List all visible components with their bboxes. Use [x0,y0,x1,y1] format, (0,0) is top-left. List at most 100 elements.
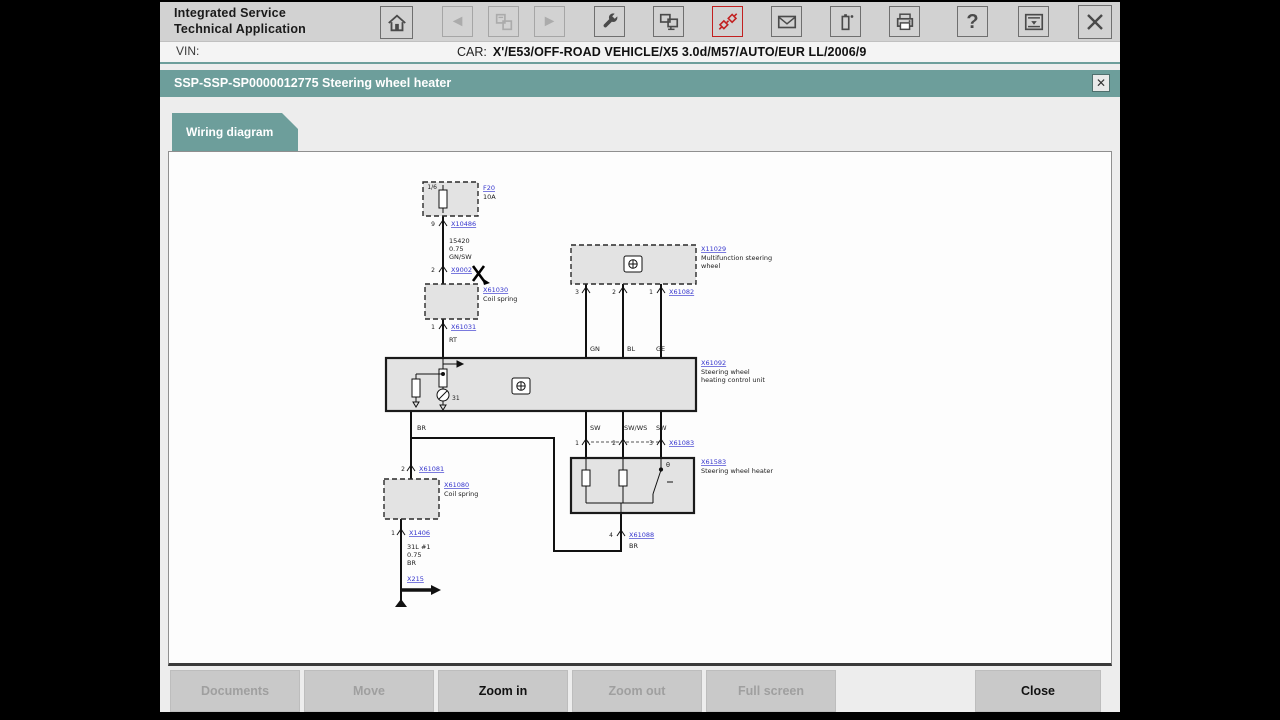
move-button[interactable]: Move [304,670,434,712]
home-button[interactable] [380,6,413,39]
battery-icon [835,11,857,33]
heater-link[interactable]: X61583 [701,458,726,466]
fuse-rating: 10A [483,193,496,201]
connector-x10486[interactable]: X10486 [451,220,476,228]
connector-x61031[interactable]: X61031 [451,323,476,331]
car-label: CAR: [457,45,487,59]
pin-9: 9 [431,221,435,228]
mail-icon [776,11,798,33]
mfl-name-2: wheel [701,262,720,270]
fuse-link[interactable]: F20 [483,184,495,192]
document-close-button[interactable]: ✕ [1092,74,1110,92]
connector-x61083[interactable]: X61083 [669,439,694,447]
mfl-pin-3: 3 [575,289,579,296]
connector-x61081[interactable]: X61081 [419,465,444,473]
wire-label-3: GN/SW [449,253,472,261]
printer-icon [894,11,916,33]
wire-gn: GN [590,345,600,353]
forward-button[interactable]: ► [534,6,565,37]
documents-button[interactable]: Documents [170,670,300,712]
help-button[interactable]: ? [957,6,988,37]
tab-strip: Wiring diagram [160,97,1120,151]
home-icon [386,12,408,34]
wiring-diagram-canvas[interactable]: 1/6 F20 10A 9 X10486 15420 0.75 GN/SW 2 … [168,151,1112,666]
connector-x61088[interactable]: X61088 [629,531,654,539]
car-value: X'/E53/OFF-ROAD VEHICLE/X5 3.0d/M57/AUTO… [493,45,867,59]
help-icon: ? [966,12,978,32]
operations-button[interactable] [488,6,519,37]
mouse-cursor [473,266,490,285]
app-title-line2: Technical Application [174,21,306,37]
heater-pin-1: 1 [575,440,579,447]
car-info: CAR: X'/E53/OFF-ROAD VEHICLE/X5 3.0d/M57/… [455,43,868,63]
control-unit-name-1: Steering wheel [701,368,750,376]
connector-x1406[interactable]: X1406 [409,529,430,537]
plug-disconnected-icon [717,11,739,33]
terminal-31: 31 [452,395,460,402]
wire-ge: GE [656,345,665,353]
full-screen-button[interactable]: Full screen [706,670,836,712]
wire-label-2: 0.75 [449,245,463,253]
coil-spring-2-link[interactable]: X61080 [444,481,469,489]
messages-button[interactable] [771,6,802,37]
operations-icon [493,11,515,33]
wire-sw-2: SW [656,424,667,432]
workshop-button[interactable] [653,6,684,37]
ground-arrow [431,585,441,595]
close-icon: ✕ [1096,76,1106,90]
pin-1a: 1 [431,324,435,331]
thermal-switch-symbol: θ [666,461,670,469]
component-icon [624,256,642,272]
gnd-wire-3: BR [407,559,416,567]
control-unit-name-2: heating control unit [701,376,765,384]
zoom-in-button[interactable]: Zoom in [438,670,568,712]
minimize-panel-button[interactable] [1018,6,1049,37]
coil-spring-1-name: Coil spring [483,295,517,303]
pin-4: 4 [609,532,613,539]
wire-br-right: BR [629,542,638,550]
tab-label: Wiring diagram [186,125,273,139]
zoom-out-button[interactable]: Zoom out [572,670,702,712]
service-plan-button[interactable] [594,6,625,37]
pin-1b: 1 [391,530,395,537]
heater-pin-3: 3 [649,440,653,447]
vin-label: VIN: [176,44,199,58]
connector-x61082[interactable]: X61082 [669,288,694,296]
coil-spring-1-link[interactable]: X61030 [483,286,508,294]
connection-button[interactable] [712,6,743,37]
toolbar: Integrated Service Technical Application… [160,2,1120,42]
wire-rt: RT [449,336,457,344]
separator-line [160,62,1120,64]
mfl-link[interactable]: X11029 [701,245,726,253]
control-unit-link[interactable]: X61092 [701,359,726,367]
exit-icon [1083,10,1107,34]
wire-sw-ws: SW/WS [624,424,647,432]
connector-x215[interactable]: X215 [407,575,424,583]
pin-2a: 2 [431,267,435,274]
exit-button[interactable] [1078,5,1112,39]
wiring-diagram: 1/6 F20 10A 9 X10486 15420 0.75 GN/SW 2 … [169,152,1111,662]
tab-wiring-diagram[interactable]: Wiring diagram [172,113,298,151]
app-title: Integrated Service Technical Application [174,5,306,37]
connector-x9002[interactable]: X9002 [451,266,472,274]
vehicle-info-row: VIN: CAR: X'/E53/OFF-ROAD VEHICLE/X5 3.0d… [160,42,1120,62]
wire-sw-1: SW [590,424,601,432]
document-title-bar: SSP-SSP-SP0000012775 Steering wheel heat… [160,70,1120,97]
component-icon [512,378,530,394]
screens-icon [658,11,680,33]
battery-button[interactable] [830,6,861,37]
back-icon: ◄ [450,14,466,30]
close-button[interactable]: Close [975,670,1101,712]
letterbox-stage: Integrated Service Technical Application… [0,0,1280,720]
wire-bl: BL [627,345,635,353]
mfl-name-1: Multifunction steering [701,254,772,262]
fuse-position: 1/6 [427,184,437,191]
app-title-line1: Integrated Service [174,5,306,21]
back-button[interactable]: ◄ [442,6,473,37]
wire-label-1: 15420 [449,237,470,245]
print-button[interactable] [889,6,920,37]
wrench-icon [599,11,621,33]
gnd-wire-2: 0.75 [407,551,421,559]
heater-name: Steering wheel heater [701,467,773,475]
pin-2b: 2 [401,466,405,473]
